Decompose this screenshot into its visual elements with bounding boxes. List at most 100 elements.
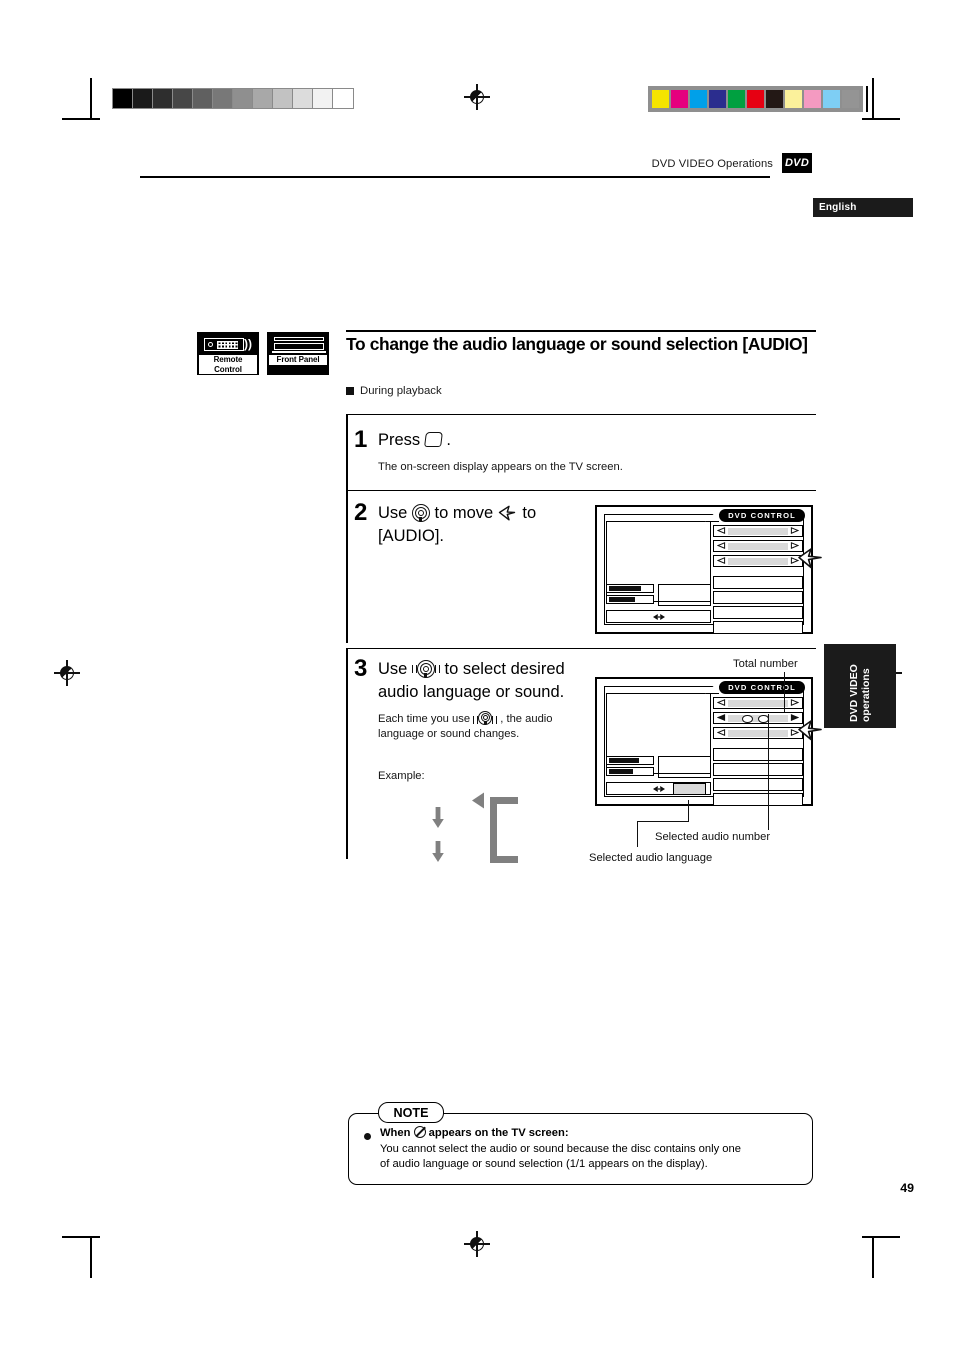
bottom-status-bar-step2 [606,610,711,623]
prohibition-icon [413,1126,426,1138]
control-slot-subtitle-2 [713,697,803,709]
color-swatch [728,90,745,108]
grayscale-swatch [233,89,253,108]
grayscale-swatch [173,89,193,108]
crop-mark-top-right [872,78,874,120]
control-blank-row-2b [713,763,803,776]
grayscale-swatch [273,89,293,108]
callout-lead-audio-language-v2 [637,821,639,847]
callout-selected-audio-number: Selected audio number [655,831,771,843]
registration-target-top [464,84,490,110]
step-2-head-mid: to move [434,504,494,522]
cursor-arrow-icon [498,505,518,521]
note-bullet-icon [364,1133,371,1140]
crop-mark-top-right-h [862,118,900,120]
status-bars-step2 [606,584,654,606]
page-title: To change the audio language or sound se… [346,334,808,354]
step-2-heading: Use to move to [AUDIO]. [378,502,608,547]
control-blank-row-1b [713,748,803,761]
control-blank-row-4b [713,793,803,806]
front-panel-badge-label: Front Panel [269,355,327,365]
control-slot-angle-2 [713,727,803,739]
side-tab-line1: DVD VIDEO [847,664,860,722]
step-3-heading: Use to select desired audio language or … [378,658,618,703]
crop-mark-bottom-right-h [862,1236,900,1238]
control-slot-audio-selected [713,712,803,724]
note-tag: NOTE [378,1102,444,1123]
control-blank-row-4 [713,621,803,634]
status-box-step3 [658,756,711,778]
step-3-body: Each time you use , the audio language o… [378,711,593,742]
status-bars-step3 [606,756,654,778]
color-swatch [671,90,688,108]
note-body: When appears on the TV screen: You canno… [380,1126,800,1173]
crop-mark-bottom-right [872,1236,874,1278]
joystick-moving-icon-inline [473,711,498,725]
screen-cursor-pointer-step2 [798,548,822,569]
step-1-head-post: . [446,431,451,449]
step-3-number: 3 [354,655,368,682]
color-swatch [766,90,783,108]
control-rows-step2 [713,525,803,636]
side-section-tab: DVD VIDEO operations [824,644,896,728]
step-3-body-pre: Each time you use [378,713,471,725]
note-line3: of audio language or sound selection (1/… [380,1158,708,1171]
status-box-step2 [658,584,711,606]
step-1-number: 1 [354,426,368,453]
remote-control-badge-label: Remote Control [199,355,257,374]
step-2-number: 2 [354,499,368,526]
control-rows-step3 [713,697,803,808]
crop-mark-bottom-left [90,1236,92,1278]
note-line2: You cannot select the audio or sound bec… [380,1142,741,1155]
control-slot-subtitle [713,525,803,537]
color-swatch [652,90,669,108]
running-head: DVD VIDEO Operations [651,158,773,170]
remote-control-icon: )) [202,335,254,354]
control-blank-row-3b [713,778,803,791]
dvd-control-tab: DVD CONTROL [719,509,805,522]
dvd-badge: DVD [782,153,812,173]
callout-lead-audio-language-h [637,821,689,823]
registration-target-bottom [464,1231,490,1257]
color-swatch [709,90,726,108]
remote-control-badge: )) Remote Control [197,332,259,375]
grayscale-swatch [333,89,353,108]
step-1-body: The on-screen display appears on the TV … [378,461,623,473]
callout-total-number: Total number [733,658,798,670]
callout-lead-total-number [784,672,786,712]
grayscale-calibration-bar [112,88,354,109]
section-title-rule [346,330,816,332]
step-1-head-pre: Press [378,431,421,449]
control-blank-row-1 [713,576,803,589]
step-1: 1 Press . The on-screen display appears … [346,414,816,491]
flow-loop-arrowhead [472,792,484,809]
side-tab-line2: operations [860,668,872,722]
color-swatch [842,90,859,108]
crop-mark-top-left [90,78,92,120]
control-slot-angle [713,555,803,567]
osd-screen-diagram-step3: DVD CONTROL [595,677,822,808]
joystick-moving-icon [411,660,440,678]
page-number: 49 [900,1181,914,1195]
header-divider [140,176,770,178]
grayscale-swatch [153,89,173,108]
callout-lead-audio-number-v [768,714,770,830]
color-calibration-bar [648,86,863,112]
callout-lead-audio-language-v1 [688,800,690,822]
color-swatch [804,90,821,108]
color-swatch [747,90,764,108]
joystick-icon [411,504,430,522]
step-2-head-post: to [522,504,537,522]
language-tab: English [813,198,913,217]
step-3-body-line2: language or sound changes. [378,728,520,740]
grayscale-swatch [113,89,133,108]
note-line1-pre: When [380,1127,411,1139]
color-swatch [690,90,707,108]
flow-down-arrow-1 [432,807,444,828]
step-3-example-label: Example: [378,770,425,782]
lr-arrow-icon [652,613,665,620]
lr-arrow-icon-2 [652,785,665,792]
control-slot-audio [713,540,803,552]
registration-target-left [54,660,80,686]
step-3-head-line2: audio language or sound. [378,683,565,701]
